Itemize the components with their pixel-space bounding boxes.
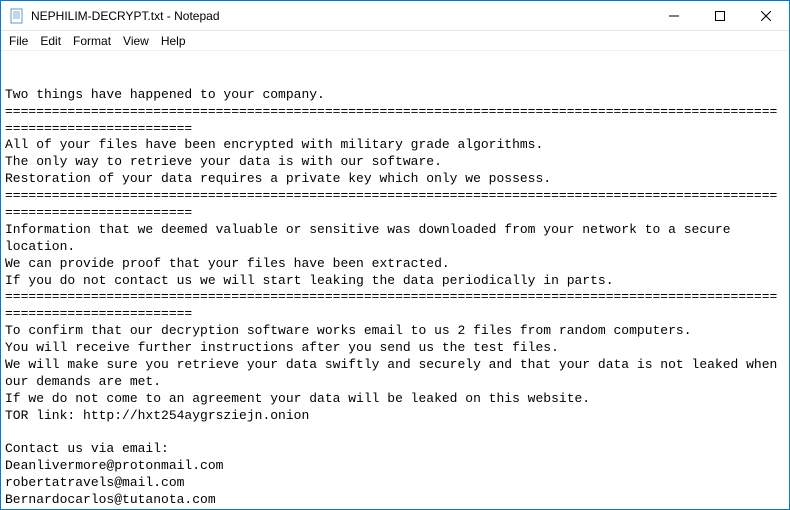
notepad-icon: [9, 8, 25, 24]
minimize-button[interactable]: [651, 1, 697, 30]
close-button[interactable]: [743, 1, 789, 30]
editor-area[interactable]: Two things have happened to your company…: [1, 51, 789, 509]
menubar: File Edit Format View Help: [1, 31, 789, 51]
maximize-button[interactable]: [697, 1, 743, 30]
menu-file[interactable]: File: [3, 32, 34, 50]
menu-edit[interactable]: Edit: [34, 32, 67, 50]
menu-view[interactable]: View: [117, 32, 155, 50]
text-content[interactable]: Two things have happened to your company…: [5, 87, 785, 509]
window-title: NEPHILIM-DECRYPT.txt - Notepad: [31, 9, 651, 23]
window-controls: [651, 1, 789, 30]
menu-help[interactable]: Help: [155, 32, 192, 50]
menu-format[interactable]: Format: [67, 32, 117, 50]
titlebar: NEPHILIM-DECRYPT.txt - Notepad: [1, 1, 789, 31]
